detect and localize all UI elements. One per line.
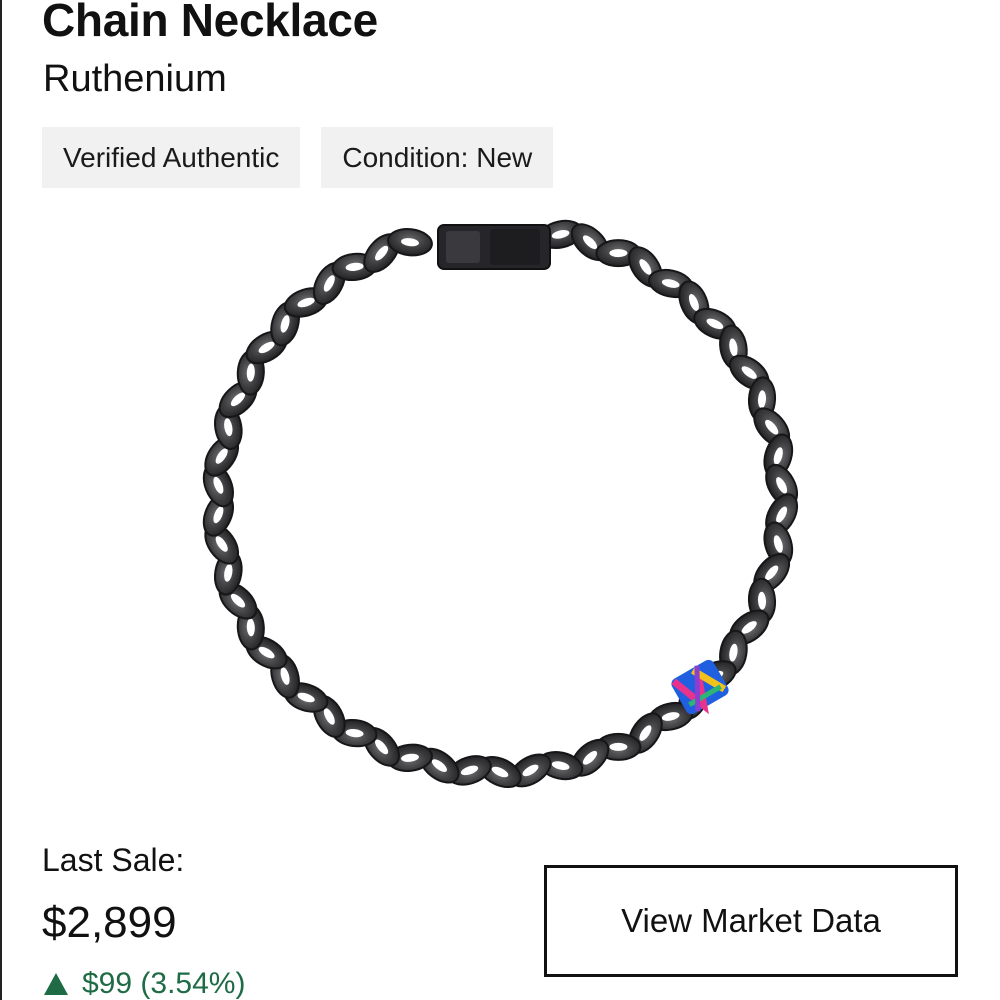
last-sale-price: $2,899: [42, 898, 177, 947]
product-image: [200, 215, 800, 805]
product-subtitle: Ruthenium: [43, 58, 227, 100]
left-edge-rule: [0, 0, 2, 1000]
verified-authentic-badge: Verified Authentic: [42, 127, 301, 188]
chain-necklace-image: [202, 219, 799, 789]
last-sale-label: Last Sale:: [42, 842, 185, 878]
condition-badge: Condition: New: [321, 127, 554, 188]
chain-links: [202, 219, 799, 789]
up-arrow-icon: [44, 973, 68, 995]
badge-row: Verified Authentic Condition: New: [42, 127, 554, 188]
price-change: $99 (3.54%): [44, 964, 245, 1000]
clasp: [437, 224, 551, 270]
view-market-data-button[interactable]: View Market Data: [544, 865, 958, 977]
price-change-value: $99 (3.54%): [82, 967, 246, 1000]
product-title: Chain Necklace: [42, 0, 378, 46]
